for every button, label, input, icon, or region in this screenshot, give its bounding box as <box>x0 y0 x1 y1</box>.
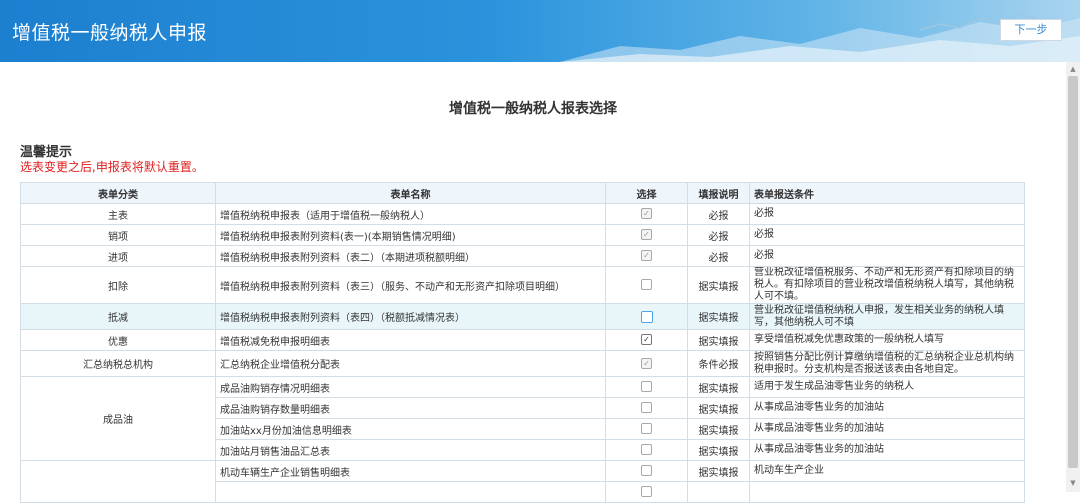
row-category: 优惠 <box>20 329 216 351</box>
row-report-name: 成品油购销存情况明细表 <box>215 376 606 398</box>
row-condition: 从事成品油零售业务的加油站 <box>749 418 1025 440</box>
row-report-name: 加油站xx月份加油信息明细表 <box>215 418 606 440</box>
row-fill-note: 据实填报 <box>687 303 750 330</box>
row-fill-note: 条件必报 <box>687 350 750 377</box>
row-fill-note: 据实填报 <box>687 460 750 482</box>
row-category: 成品油 <box>20 376 216 461</box>
table-row: 进项 增值税纳税申报表附列资料（表二）（本期进项税额明细） ✓ 必报 必报 <box>20 245 1025 267</box>
row-category: 扣除 <box>20 266 216 304</box>
column-header-name: 表单名称 <box>215 182 606 204</box>
row-report-name: 增值税减免税申报明细表 <box>215 329 606 351</box>
row-fill-note: 据实填报 <box>687 397 750 419</box>
row-fill-note: 据实填报 <box>687 266 750 304</box>
table-header-row: 表单分类 表单名称 选择 填报说明 表单报送条件 <box>20 182 1025 204</box>
report-checkbox[interactable] <box>640 310 653 323</box>
report-checkbox[interactable] <box>641 465 652 477</box>
row-category: 汇总纳税总机构 <box>20 350 216 377</box>
row-category <box>20 460 216 503</box>
column-header-note: 填报说明 <box>687 182 750 204</box>
row-fill-note: 必报 <box>687 245 750 267</box>
scroll-thumb[interactable] <box>1068 76 1078 468</box>
report-checkbox: ✓ <box>641 250 652 262</box>
row-condition: 享受增值税减免优惠政策的一般纳税人填写 <box>749 329 1025 351</box>
row-fill-note: 据实填报 <box>687 418 750 440</box>
column-header-select: 选择 <box>605 182 688 204</box>
report-checkbox: ✓ <box>641 208 652 220</box>
row-category: 销项 <box>20 224 216 246</box>
row-fill-note: 据实填报 <box>687 329 750 351</box>
report-checkbox[interactable] <box>641 279 652 291</box>
report-checkbox[interactable]: ✓ <box>641 334 652 346</box>
vertical-scrollbar[interactable]: ▲ ▼ <box>1066 62 1080 492</box>
row-report-name: 机动车辆生产企业销售明细表 <box>215 460 606 482</box>
table-row: 成品油 成品油购销存情况明细表 据实填报 适用于发生成品油零售业务的纳税人 <box>20 376 1025 461</box>
table-row: 机动车辆生产企业销售明细表 据实填报 机动车生产企业 <box>20 460 1025 503</box>
row-fill-note: 必报 <box>687 203 750 225</box>
report-checkbox: ✓ <box>641 229 652 241</box>
row-condition <box>749 481 1025 503</box>
app-title: 增值税一般纳税人申报 <box>12 22 208 44</box>
tip-warning-text: 选表变更之后,申报表将默认重置。 <box>20 160 204 174</box>
column-header-category: 表单分类 <box>20 182 216 204</box>
row-condition: 必报 <box>749 203 1025 225</box>
row-category: 主表 <box>20 203 216 225</box>
row-condition: 营业税改征增值税服务、不动产和无形资产有扣除项目的纳税人。有扣除项目的营业税改增… <box>749 266 1025 304</box>
table-row: 汇总纳税总机构 汇总纳税企业增值税分配表 ✓ 条件必报 按照销售分配比例计算缴纳… <box>20 350 1025 377</box>
scroll-up-arrow-icon[interactable]: ▲ <box>1066 64 1080 74</box>
report-checkbox: ✓ <box>641 357 652 369</box>
row-condition: 适用于发生成品油零售业务的纳税人 <box>749 376 1025 398</box>
row-condition: 必报 <box>749 245 1025 267</box>
page-title: 增值税一般纳税人报表选择 <box>449 101 617 117</box>
app-header: 增值税一般纳税人申报 下一步 <box>0 0 1080 62</box>
row-report-name: 汇总纳税企业增值税分配表 <box>215 350 606 377</box>
row-report-name: 增值税纳税申报表附列资料（表四）（税额抵减情况表） <box>215 303 606 330</box>
row-condition: 营业税改征增值税纳税人申报，发生相关业务的纳税人填写，其他纳税人可不填 <box>749 303 1025 330</box>
row-fill-note: 据实填报 <box>687 376 750 398</box>
column-header-condition: 表单报送条件 <box>749 182 1025 204</box>
table-row: 优惠 增值税减免税申报明细表 ✓ 据实填报 享受增值税减免优惠政策的一般纳税人填… <box>20 329 1025 351</box>
scroll-down-arrow-icon[interactable]: ▼ <box>1066 478 1080 488</box>
report-checkbox[interactable] <box>641 402 652 414</box>
row-condition: 机动车生产企业 <box>749 460 1025 482</box>
row-category: 进项 <box>20 245 216 267</box>
row-report-name <box>215 481 606 503</box>
row-condition: 按照销售分配比例计算缴纳增值税的汇总纳税企业总机构纳税申报时。分支机构是否报送该… <box>749 350 1025 377</box>
row-report-name: 加油站月销售油品汇总表 <box>215 439 606 461</box>
table-row: 销项 增值税纳税申报表附列资料(表一)(本期销售情况明细) ✓ 必报 必报 <box>20 224 1025 246</box>
table-row: 主表 增值税纳税申报表（适用于增值税一般纳税人） ✓ 必报 必报 <box>20 203 1025 225</box>
report-selection-table: 表单分类 表单名称 选择 填报说明 表单报送条件 主表 增值税纳税申报表（适用于… <box>20 182 1025 503</box>
row-fill-note <box>687 481 750 503</box>
row-condition: 必报 <box>749 224 1025 246</box>
main-content: 增值税一般纳税人报表选择 温馨提示 选表变更之后,申报表将默认重置。 表单分类 … <box>0 62 1066 503</box>
report-checkbox[interactable] <box>641 381 652 393</box>
row-report-name: 增值税纳税申报表附列资料（表三）（服务、不动产和无形资产扣除项目明细） <box>215 266 606 304</box>
row-category: 抵减 <box>20 303 216 330</box>
row-fill-note: 据实填报 <box>687 439 750 461</box>
row-fill-note: 必报 <box>687 224 750 246</box>
row-report-name: 增值税纳税申报表附列资料（表二）（本期进项税额明细） <box>215 245 606 267</box>
next-step-button[interactable]: 下一步 <box>1000 19 1062 41</box>
row-report-name: 增值税纳税申报表附列资料(表一)(本期销售情况明细) <box>215 224 606 246</box>
row-condition: 从事成品油零售业务的加油站 <box>749 439 1025 461</box>
table-row: 抵减 增值税纳税申报表附列资料（表四）（税额抵减情况表） 据实填报 营业税改征增… <box>20 303 1025 330</box>
report-checkbox[interactable] <box>641 423 652 435</box>
table-row: 扣除 增值税纳税申报表附列资料（表三）（服务、不动产和无形资产扣除项目明细） 据… <box>20 266 1025 304</box>
report-checkbox[interactable] <box>641 444 652 456</box>
row-report-name: 增值税纳税申报表（适用于增值税一般纳税人） <box>215 203 606 225</box>
row-condition: 从事成品油零售业务的加油站 <box>749 397 1025 419</box>
row-report-name: 成品油购销存数量明细表 <box>215 397 606 419</box>
